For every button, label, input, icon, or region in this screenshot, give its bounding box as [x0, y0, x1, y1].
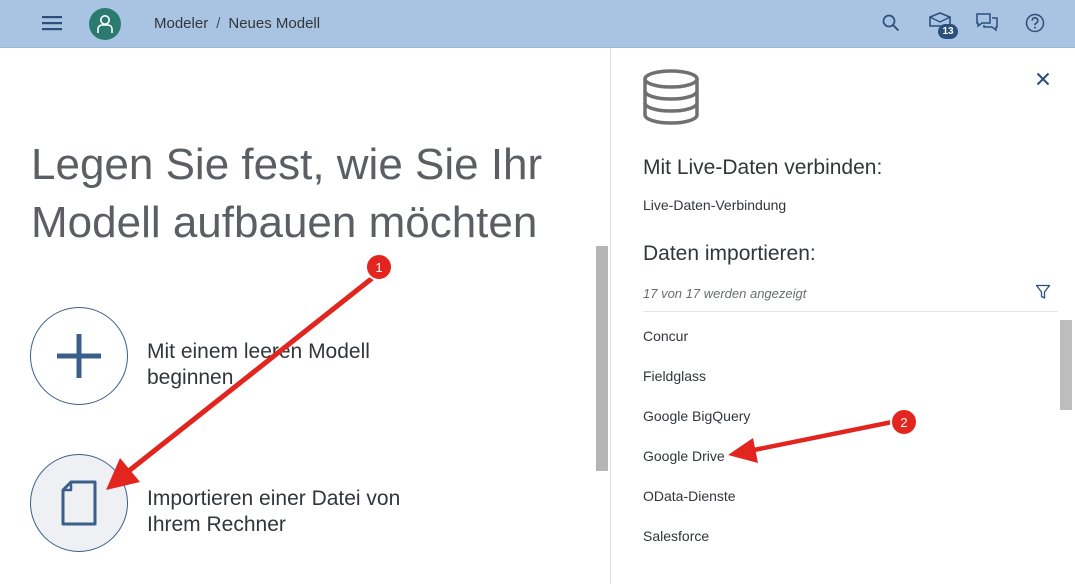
shell-bar: Modeler / Neues Modell 13 — [0, 0, 1075, 48]
feedback-button[interactable] — [970, 7, 1004, 39]
import-data-heading: Daten importieren: — [643, 242, 816, 265]
left-scrollbar[interactable] — [596, 246, 608, 471]
filter-button[interactable] — [1035, 284, 1055, 304]
start-empty-model-label: Mit einem leeren Modell beginnen — [147, 340, 370, 389]
notification-badge: 13 — [938, 24, 958, 39]
import-file-label: Importieren einer Datei von Ihrem Rechne… — [147, 487, 401, 536]
breadcrumb-separator: / — [216, 15, 221, 32]
search-button[interactable] — [875, 7, 907, 39]
help-icon — [1025, 13, 1045, 33]
right-scrollbar[interactable] — [1060, 320, 1072, 410]
help-button[interactable] — [1019, 7, 1051, 39]
document-icon — [61, 480, 97, 526]
source-item-google-drive[interactable]: Google Drive — [643, 448, 750, 488]
filter-icon — [1035, 284, 1051, 299]
import-file-button[interactable] — [30, 454, 128, 552]
item-count-text: 17 von 17 werden angezeigt — [643, 286, 807, 301]
avatar[interactable] — [89, 8, 121, 40]
source-item-fieldglass[interactable]: Fieldglass — [643, 368, 750, 408]
data-source-panel: Mit Live-Daten verbinden: Live-Daten-Ver… — [611, 48, 1075, 584]
database-icon — [643, 69, 699, 125]
source-item-odata[interactable]: OData-Dienste — [643, 488, 750, 528]
menu-button[interactable] — [34, 6, 70, 40]
close-icon — [1036, 72, 1050, 86]
list-toolbar: 17 von 17 werden angezeigt — [643, 284, 1058, 312]
close-button[interactable] — [1030, 66, 1056, 92]
user-icon — [97, 15, 113, 33]
menu-icon — [42, 16, 62, 31]
notifications-button[interactable]: 13 — [924, 7, 964, 41]
plus-icon — [57, 334, 101, 378]
model-start-pane: Legen Sie fest, wie Sie Ihr Modell aufba… — [0, 48, 610, 584]
live-data-heading: Mit Live-Daten verbinden: — [643, 156, 883, 179]
breadcrumb-modeler[interactable]: Modeler — [154, 15, 208, 32]
feedback-icon — [976, 13, 998, 32]
source-item-concur[interactable]: Concur — [643, 328, 750, 368]
breadcrumb-current: Neues Modell — [228, 15, 321, 32]
data-source-list: Concur Fieldglass Google BigQuery Google… — [643, 328, 750, 568]
search-icon — [882, 14, 900, 32]
source-item-salesforce[interactable]: Salesforce — [643, 528, 750, 568]
breadcrumb: Modeler / Neues Modell — [154, 15, 320, 32]
page-title: Legen Sie fest, wie Sie Ihr Modell aufba… — [31, 140, 543, 247]
live-data-connection-link[interactable]: Live-Daten-Verbindung — [643, 197, 786, 213]
start-empty-model-button[interactable] — [30, 307, 128, 405]
source-item-google-bigquery[interactable]: Google BigQuery — [643, 408, 750, 448]
